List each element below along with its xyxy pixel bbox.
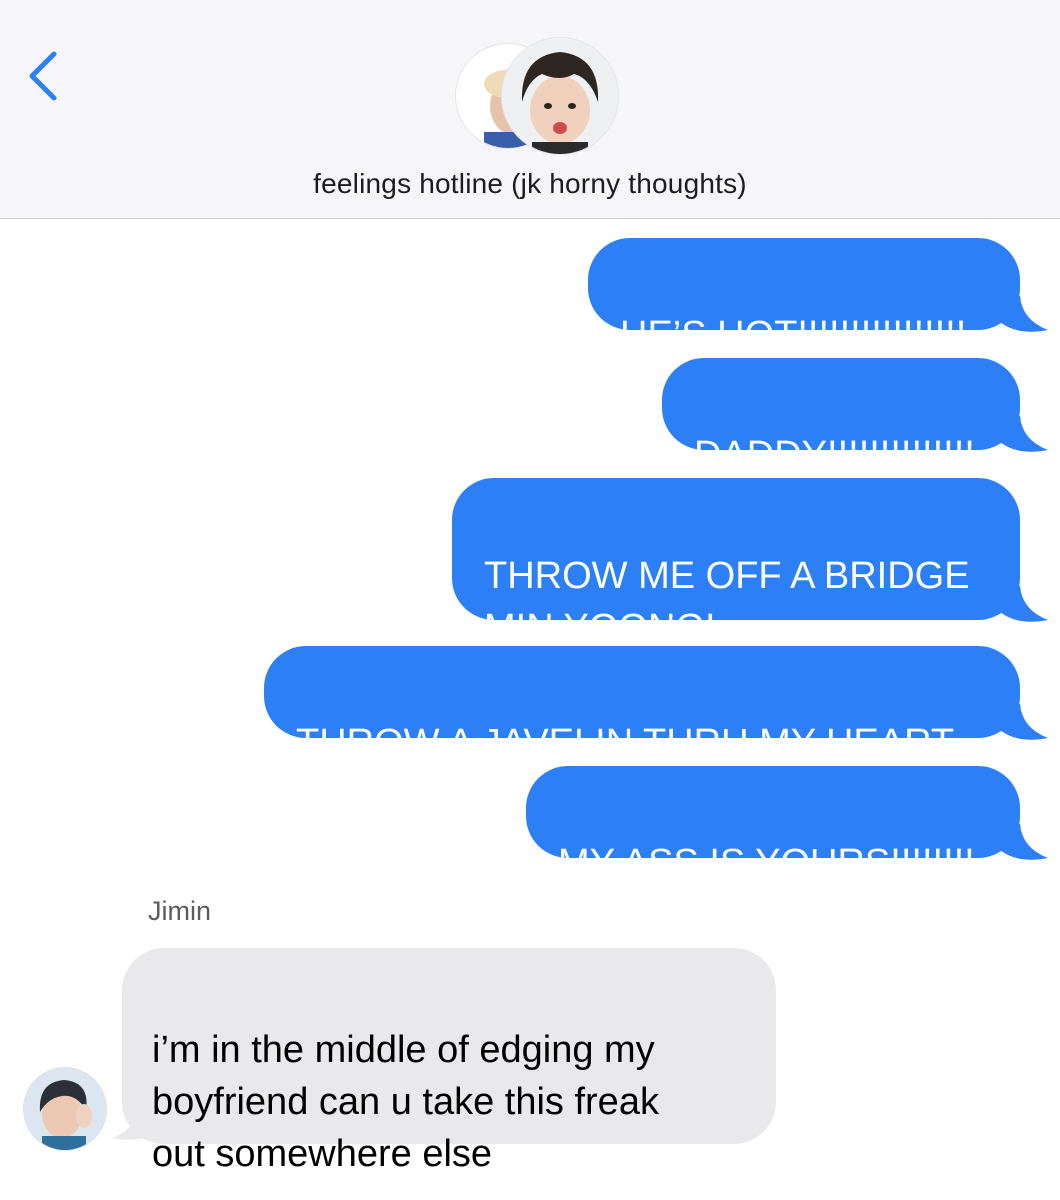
group-avatars[interactable] xyxy=(452,38,622,156)
sent-message-bubble[interactable]: HE’S HOT!!!!!!!!!!!!!!!! xyxy=(588,238,1020,356)
message-text: DADDY!!!!!!!!!!!!!! xyxy=(694,434,975,476)
message-text: HE’S HOT!!!!!!!!!!!!!!!! xyxy=(620,314,967,356)
sender-name: Jimin xyxy=(148,896,212,926)
sent-message-bubble[interactable]: DADDY!!!!!!!!!!!!!! xyxy=(662,358,1020,476)
sent-message-bubble[interactable]: THROW ME OFF A BRIDGE MIN YOONGI xyxy=(452,478,1020,649)
message-text: THROW ME OFF A BRIDGE MIN YOONGI xyxy=(484,555,970,649)
sent-message-bubble[interactable]: MY ASS IS YOURS!!!!!!!! xyxy=(526,766,1020,884)
member-avatar-front xyxy=(502,38,618,154)
sent-message-bubble[interactable]: THROW A JAVELIN THRU MY HEART xyxy=(264,646,1020,764)
back-button[interactable] xyxy=(22,46,62,106)
chevron-left-icon xyxy=(29,51,57,101)
message-text: i’m in the middle of edging my boyfriend… xyxy=(152,1029,659,1175)
message-text: MY ASS IS YOURS!!!!!!!! xyxy=(558,842,975,884)
message-text: THROW A JAVELIN THRU MY HEART xyxy=(296,722,955,764)
conversation-header: feelings hotline (jk horny thoughts) xyxy=(0,0,1060,219)
sender-avatar[interactable] xyxy=(24,1068,106,1150)
conversation-title[interactable]: feelings hotline (jk horny thoughts) xyxy=(0,168,1060,200)
received-message-bubble[interactable]: i’m in the middle of edging my boyfriend… xyxy=(122,948,776,1175)
